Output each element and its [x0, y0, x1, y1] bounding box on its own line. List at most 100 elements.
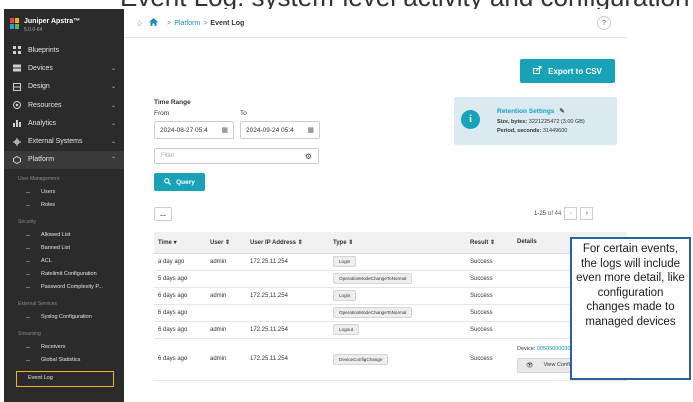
design-icon [12, 82, 21, 91]
table-row[interactable]: 6 days ago admin 172.25.11.254 Logout Su… [154, 321, 627, 339]
gear-icon[interactable]: ⚙ [305, 152, 312, 161]
sidebar-item-allowed-list[interactable]: Allowed List [4, 229, 124, 242]
type-badge: DeviceConfigChange [333, 353, 389, 365]
sidebar-item-label: Platform [28, 156, 55, 164]
home-icon[interactable] [149, 18, 159, 28]
search-icon [164, 177, 172, 187]
sidebar-item-banned-list[interactable]: Banned List [4, 242, 124, 255]
pagination-range: 1-25 [534, 210, 547, 217]
previous-page-button[interactable]: ‹ [564, 207, 578, 220]
cell-ip: 172.25.11.254 [246, 287, 329, 305]
sidebar-item-blueprints[interactable]: Blueprints [4, 41, 124, 59]
sidebar-item-devices[interactable]: Devices ⌄ [4, 59, 124, 77]
view-config-label: View Config [543, 362, 573, 368]
sidebar: Juniper Apstra™ 5.0.0-64 Blueprints Devi… [4, 9, 124, 402]
cell-time: 6 days ago [154, 304, 206, 322]
cell-user: admin [206, 253, 246, 271]
sidebar-item-label: Blueprints [28, 46, 60, 54]
sidebar-item-acl[interactable]: ACL [4, 255, 124, 268]
sidebar-item-resources[interactable]: Resources ⌄ [4, 96, 124, 114]
sidebar-item-password-complexity[interactable]: Password Complexity P... [4, 281, 124, 294]
pagination: 1-25 of 44 ‹ › [534, 207, 594, 220]
sidebar-item-roles[interactable]: Roles [4, 199, 124, 212]
column-header-time[interactable]: Time ▾ [154, 232, 206, 254]
cell-type: OperationModeChangeToNormal [329, 270, 466, 288]
next-page-button[interactable]: › [580, 207, 594, 220]
star-icon[interactable]: ☆ [136, 19, 143, 28]
sidebar-item-platform[interactable]: Platform ⌃ [4, 150, 124, 170]
main-content: ☆ > Platform > Event Log ? Export to CSV… [124, 9, 627, 402]
analytics-icon [12, 119, 21, 128]
cell-user [206, 304, 246, 322]
platform-icon [12, 155, 21, 164]
breadcrumb-separator: > [167, 19, 172, 27]
slide-banner-fragment: Event Log: system-level activity and con… [0, 0, 693, 9]
sidebar-item-users[interactable]: Users [4, 186, 124, 199]
subgroup-security: Security [18, 219, 37, 226]
sidebar-item-ratelimit[interactable]: Ratelimit Configuration [4, 268, 124, 281]
export-icon [533, 66, 542, 76]
cell-user: admin [206, 287, 246, 305]
calendar-icon[interactable]: ▦ [221, 126, 228, 134]
table-row[interactable]: 5 days ago OperationModeChangeToNormal S… [154, 270, 627, 288]
retention-title: Retention Settings ✎ [497, 108, 565, 115]
cell-time: 5 days ago [154, 270, 206, 288]
chevron-down-icon: ⌄ [110, 120, 116, 127]
sidebar-item-label: External Systems [28, 138, 83, 146]
table-header-row: Time ▾ User ⇕ User IP Address ⇕ Type ⇕ R… [154, 232, 627, 254]
column-header-type[interactable]: Type ⇕ [329, 232, 466, 254]
more-options-button[interactable]: ... [154, 207, 172, 221]
sidebar-item-label: Design [28, 83, 50, 91]
cell-user [206, 270, 246, 288]
sidebar-item-syslog[interactable]: Syslog Configuration [4, 311, 124, 324]
cell-time: 6 days ago [154, 338, 206, 381]
type-badge: Logout [333, 324, 360, 335]
filter-input[interactable]: Filter ⚙ [154, 148, 319, 164]
devices-icon [12, 64, 21, 73]
chevron-down-icon: ⌄ [110, 102, 116, 109]
cell-time: a day ago [154, 253, 206, 271]
cell-user: admin [206, 321, 246, 339]
pagination-total: of 44 [548, 210, 562, 217]
breadcrumb-platform-link[interactable]: Platform [174, 20, 200, 27]
export-csv-button[interactable]: Export to CSV [520, 59, 615, 83]
table-row[interactable]: 6 days ago admin 172.25.11.254 DeviceCon… [154, 338, 627, 381]
from-date-input[interactable]: 2024-08-27 05:4 ▦ [154, 121, 234, 139]
cell-user: admin [206, 338, 246, 381]
help-button[interactable]: ? [597, 16, 611, 30]
sidebar-item-design[interactable]: Design ⌄ [4, 78, 124, 96]
chevron-down-icon: ⌄ [110, 65, 116, 72]
cell-type: Login [329, 287, 466, 305]
brand[interactable]: Juniper Apstra™ 5.0.0-64 [4, 9, 124, 41]
sidebar-item-receivers[interactable]: Receivers [4, 341, 124, 354]
sidebar-item-external-systems[interactable]: External Systems ⌄ [4, 132, 124, 150]
sidebar-item-global-statistics[interactable]: Global Statistics [4, 354, 124, 367]
annotation-callout: For certain events, the logs will includ… [570, 237, 691, 380]
cell-result: Success [466, 253, 513, 271]
device-link[interactable]: 005056000303 [537, 346, 574, 352]
breadcrumb: ☆ > Platform > Event Log [124, 9, 627, 38]
type-badge: OperationModeChangeToNormal [333, 273, 413, 284]
query-button[interactable]: Query [154, 173, 205, 191]
from-label: From [154, 110, 170, 117]
cell-type: Logout [329, 321, 466, 339]
from-date-value: 2024-08-27 05:4 [160, 126, 208, 134]
table-row[interactable]: 6 days ago OperationModeChangeToNormal S… [154, 304, 627, 322]
cell-result: Success [466, 338, 513, 381]
resources-icon [12, 101, 21, 110]
calendar-icon[interactable]: ▦ [307, 126, 314, 134]
table-row[interactable]: a day ago admin 172.25.11.254 Login Succ… [154, 253, 627, 271]
sidebar-item-event-log[interactable]: Event Log [16, 371, 114, 388]
chevron-down-icon: ⌄ [110, 84, 116, 91]
table-row[interactable]: 6 days ago admin 172.25.11.254 Login Suc… [154, 287, 627, 305]
edit-icon[interactable]: ✎ [559, 108, 564, 115]
sidebar-item-analytics[interactable]: Analytics ⌄ [4, 114, 124, 132]
column-header-user[interactable]: User ⇕ [206, 232, 246, 254]
to-date-input[interactable]: 2024-09-24 05:4 ▦ [240, 121, 320, 139]
to-label: To [240, 110, 247, 117]
column-header-ip[interactable]: User IP Address ⇕ [246, 232, 329, 254]
sidebar-item-label: Devices [28, 64, 53, 72]
cell-result: Success [466, 270, 513, 288]
column-header-result[interactable]: Result ⇕ [466, 232, 513, 254]
type-badge: Login [333, 256, 357, 267]
